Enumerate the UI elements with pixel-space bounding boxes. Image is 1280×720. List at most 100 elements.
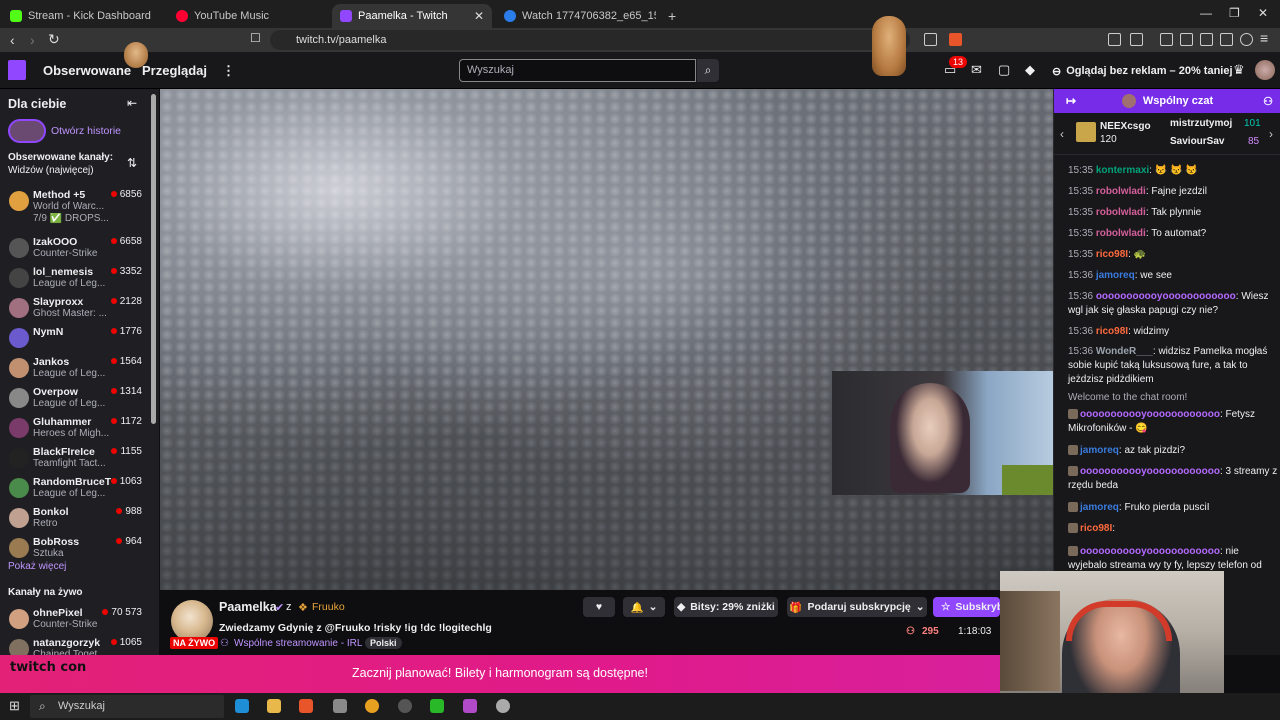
picture-in-picture-video[interactable] — [832, 371, 1054, 495]
leaderboard-next-icon[interactable]: › — [1269, 127, 1273, 141]
open-stories-link[interactable]: Otwórz historie — [51, 125, 121, 137]
chat-username[interactable]: jamoreq — [1096, 270, 1135, 281]
obs-icon[interactable] — [398, 699, 412, 713]
whispers-icon[interactable]: ✉ — [971, 62, 982, 78]
bookmark-icon[interactable]: ☐ — [250, 31, 261, 45]
chrome-icon[interactable] — [365, 699, 379, 713]
chat-username[interactable]: jamoreq — [1080, 445, 1119, 456]
chat-username[interactable]: ooooooooooyoooooooooooo — [1080, 466, 1220, 477]
forward-icon[interactable]: › — [30, 32, 35, 48]
chat-username[interactable]: ooooooooooyoooooooooooo — [1080, 409, 1220, 420]
leo-icon[interactable] — [1220, 33, 1233, 46]
subscribe-button[interactable]: ☆Subskrybuj — [933, 597, 1000, 617]
chat-username[interactable]: ooooooooooyoooooooooooo — [1096, 291, 1236, 302]
music-icon[interactable] — [1160, 33, 1173, 46]
sidebar-channel[interactable]: BobRoss Sztuka 964 — [0, 534, 150, 564]
browser-tab-youtube-music[interactable]: YouTube Music — [168, 4, 328, 28]
settings-icon[interactable] — [496, 699, 510, 713]
shared-stream-link[interactable]: Wspólne streamowanie - IRL — [234, 638, 362, 649]
chat-bubble-icon[interactable]: ▢ — [998, 62, 1010, 78]
search-input[interactable]: Wyszukaj — [459, 59, 696, 82]
chat-username[interactable]: robolwladi — [1096, 207, 1146, 218]
bits-button[interactable]: ◆ Bitsy: 29% zniżki — [674, 597, 778, 617]
sidebar-channel[interactable]: Bonkol Retro 988 — [0, 504, 150, 534]
streamer-name[interactable]: Paamelka — [219, 600, 277, 614]
sidebar-channel[interactable]: BlackFIreIce Teamfight Tact... 1155 — [0, 444, 150, 474]
user-avatar[interactable] — [1255, 60, 1275, 80]
sidebar-icon[interactable] — [1180, 33, 1193, 46]
screenshot-icon[interactable] — [1130, 33, 1143, 46]
browser-tab-twitch[interactable]: Paamelka - Twitch ✕ — [332, 4, 492, 28]
video-player[interactable] — [160, 89, 1053, 590]
streaming-app-icon[interactable] — [463, 699, 477, 713]
twitchcon-banner[interactable]: twitch con Zacznij planować! Bilety i ha… — [0, 655, 1000, 693]
chat-text: az tak pizdzi? — [1124, 445, 1186, 456]
sidebar-channel[interactable]: NymN 1776 — [0, 324, 150, 354]
brave-icon[interactable] — [299, 699, 313, 713]
extensions-icon[interactable] — [1108, 33, 1121, 46]
leaderboard-prev-icon[interactable]: ‹ — [1060, 127, 1064, 141]
chat-username[interactable]: rico98I — [1096, 249, 1128, 260]
pip-person — [890, 383, 970, 493]
chat-username[interactable]: jamoreq — [1080, 502, 1119, 513]
sidebar-channel[interactable]: IzakOOO Counter-Strike 6658 — [0, 234, 150, 264]
menu-icon[interactable]: ≡ — [1260, 30, 1268, 46]
windows-start-icon[interactable]: ⊞ — [9, 698, 20, 714]
chat-users-icon[interactable]: ⚇ — [1263, 95, 1273, 108]
search-icon[interactable]: ⌕ — [697, 59, 719, 82]
browser-tab-watch[interactable]: Watch 1774706382_e65_15 | Stre — [496, 4, 656, 28]
show-more-link[interactable]: Pokaż więcej — [8, 561, 66, 572]
crown-icon[interactable]: ◆ — [1025, 62, 1035, 78]
chat-username[interactable]: WondeR___ — [1096, 346, 1153, 357]
nav-browse[interactable]: Przeglądaj — [142, 63, 207, 78]
reload-icon[interactable]: ↻ — [48, 31, 60, 48]
address-bar[interactable]: twitch.tv/paamelka — [270, 30, 910, 50]
edge-icon[interactable] — [235, 699, 249, 713]
sidebar-channel[interactable]: Jankos League of Leg... 1564 — [0, 354, 150, 384]
streamer-avatar[interactable] — [171, 600, 213, 642]
taskbar-search-input[interactable]: Wyszukaj — [30, 695, 224, 718]
chat-username[interactable]: robolwladi — [1096, 228, 1146, 239]
stories-avatars[interactable] — [8, 119, 46, 143]
nav-following[interactable]: Obserwowane — [43, 63, 131, 78]
back-icon[interactable]: ‹ — [10, 32, 15, 48]
chat-username[interactable]: kontermaxi — [1096, 165, 1149, 176]
follow-button[interactable]: ♥ — [583, 597, 615, 617]
sidebar-live-channel[interactable]: ohnePixel Counter-Strike 70 573 — [0, 605, 150, 635]
sidebar-channel[interactable]: Method +5 World of Warc... 7/9 ✅ DROPS... 6… — [0, 187, 150, 231]
maximize-button[interactable]: ❐ — [1229, 6, 1240, 20]
close-window-button[interactable]: ✕ — [1258, 6, 1268, 20]
minimize-button[interactable]: — — [1200, 6, 1212, 20]
chat-username[interactable]: ooooooooooyoooooooooooo — [1080, 546, 1220, 557]
prime-icon[interactable]: ♛ — [1233, 62, 1245, 78]
sort-icon[interactable]: ⇅ — [127, 156, 137, 170]
more-icon[interactable]: ⋮ — [222, 63, 235, 79]
ad-free-button[interactable]: ⊖ Oglądaj bez reklam – 20% taniej — [1052, 60, 1233, 82]
share-icon[interactable] — [924, 33, 937, 46]
partner-name[interactable]: Fruuko — [312, 601, 345, 613]
explorer-icon[interactable] — [267, 699, 281, 713]
sidebar-channel[interactable]: Slayproxx Ghost Master: ... 2128 — [0, 294, 150, 324]
new-tab-button[interactable]: + — [660, 4, 680, 28]
collapse-sidebar-icon[interactable]: ⇤ — [127, 96, 137, 110]
twitch-logo-icon[interactable] — [8, 60, 26, 80]
notifications-button[interactable]: 🔔 ⌄ — [623, 597, 665, 617]
chat-username[interactable]: robolwladi — [1096, 186, 1146, 197]
sidebar-channel[interactable]: Gluhammer Heroes of Migh... 1172 — [0, 414, 150, 444]
sidebar-channel[interactable]: lol_nemesis League of Leg... 3352 — [0, 264, 150, 294]
vpn-icon[interactable] — [1240, 33, 1253, 46]
language-tag[interactable]: Polski — [365, 637, 402, 649]
brave-shield-icon[interactable] — [949, 33, 962, 46]
close-tab-icon[interactable]: ✕ — [474, 9, 484, 23]
chat-username[interactable]: rico98I — [1096, 326, 1128, 337]
sidebar-channel[interactable]: Overpow League of Leg... 1314 — [0, 384, 150, 414]
collapse-chat-icon[interactable]: ↦ — [1066, 94, 1076, 108]
browser-tab-kick[interactable]: Stream - Kick Dashboard — [2, 4, 162, 28]
wallet-icon[interactable] — [1200, 33, 1213, 46]
gift-sub-button[interactable]: 🎁 Podaruj subskrypcję ⌄ — [787, 597, 927, 617]
sidebar-channel[interactable]: RandomBruceTV League of Leg... 1063 — [0, 474, 150, 504]
sidebar-scrollbar[interactable] — [151, 94, 156, 424]
chat-username[interactable]: rico98I — [1080, 523, 1112, 534]
kick-app-icon[interactable] — [430, 699, 444, 713]
app-icon[interactable] — [333, 699, 347, 713]
